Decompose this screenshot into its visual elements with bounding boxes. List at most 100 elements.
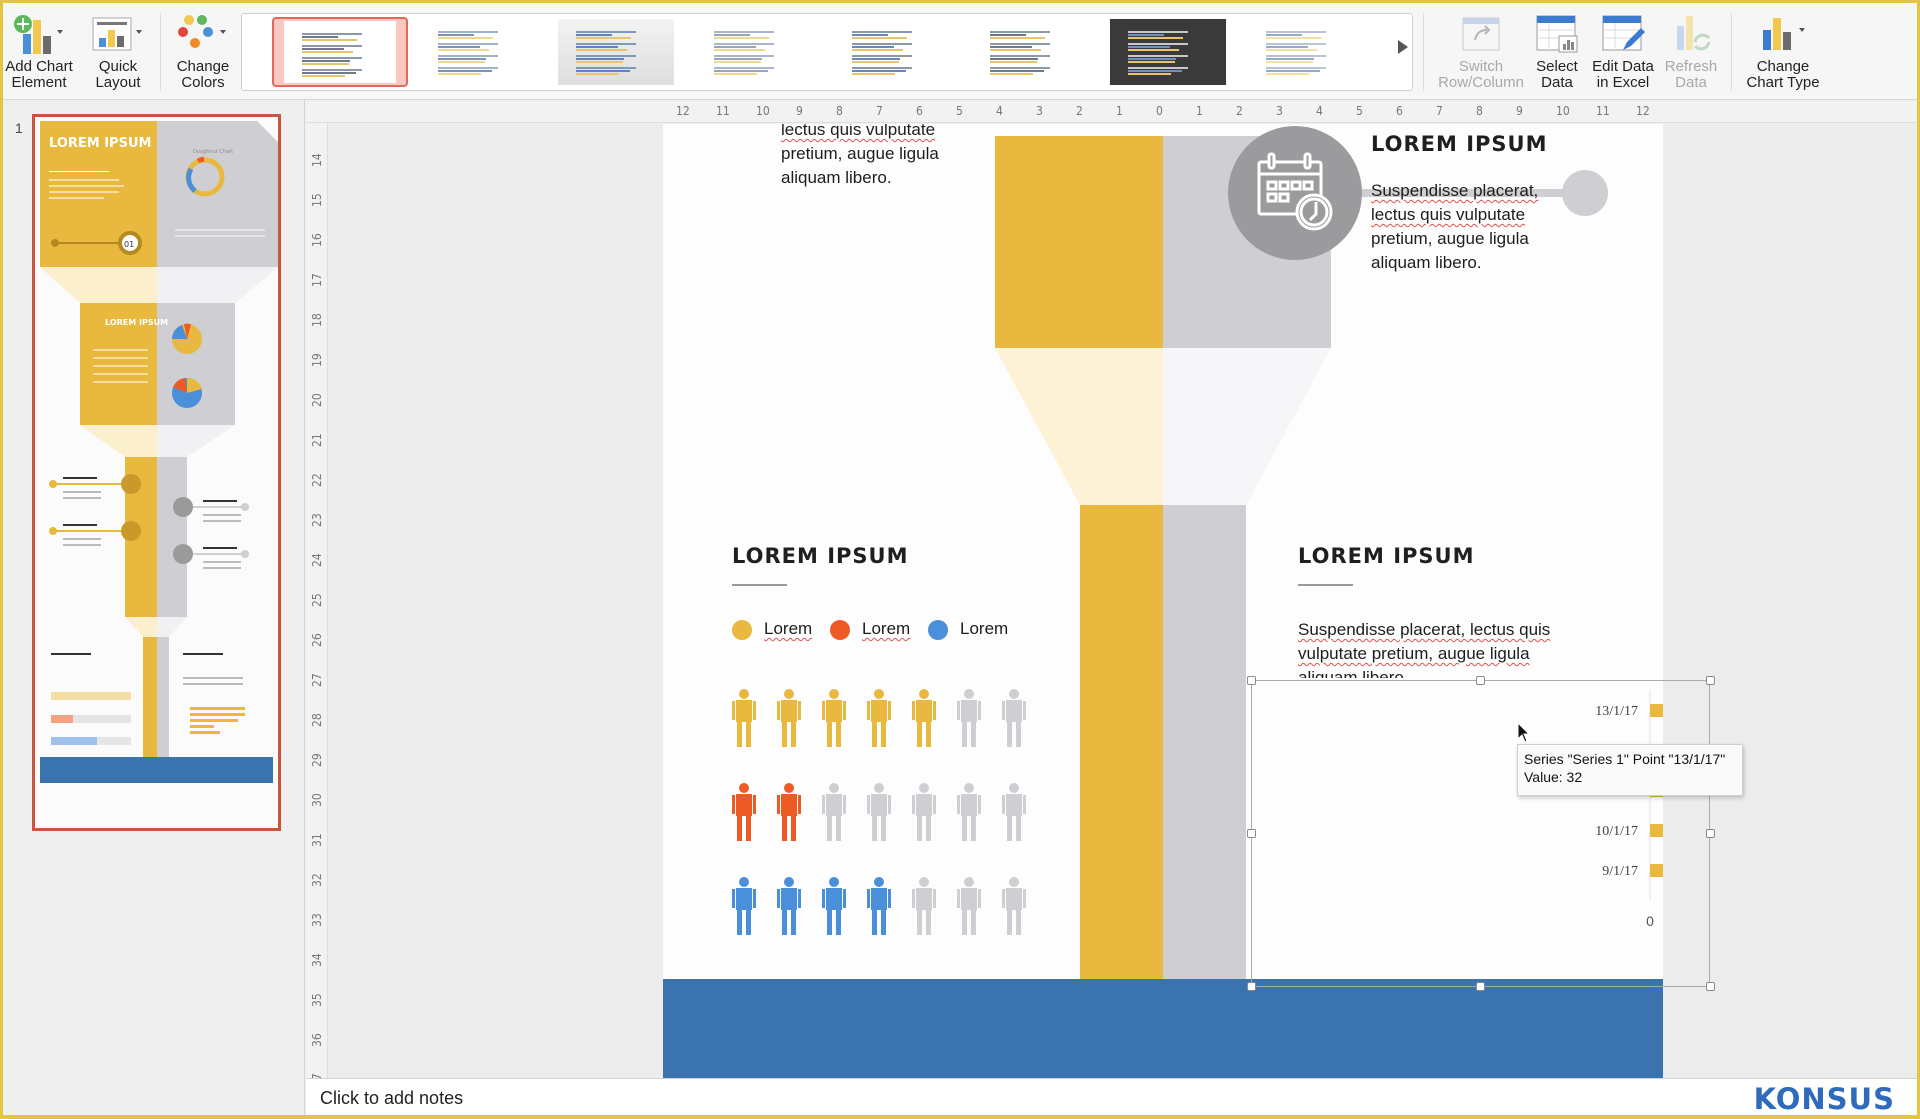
chart-style-preview: [834, 19, 950, 85]
notes-placeholder[interactable]: Click to add notes: [320, 1088, 463, 1109]
gallery-preview-bar: [1128, 73, 1171, 75]
vertical-ruler[interactable]: 14 15 16 17 18 19 20 21 22 23 24 25 26 27 28 29 30 31 32 33…: [306, 123, 328, 1087]
notes-pane[interactable]: Click to add notes KONSUS: [306, 1078, 1917, 1115]
yellow-column[interactable]: [1080, 505, 1163, 979]
change-colors-button[interactable]: Change Colors: [168, 9, 238, 97]
person-icon: [957, 689, 981, 747]
switch-row-column-button[interactable]: Switch Row/Column: [1431, 9, 1531, 97]
ruler-tick-label: 6: [1396, 104, 1403, 118]
gallery-preview-bar: [1266, 31, 1326, 33]
add-chart-element-label: Add Chart Element: [5, 58, 73, 91]
blue-footer-band[interactable]: [663, 979, 1663, 1078]
legend-color-dot: [928, 620, 948, 640]
calendar-section-heading[interactable]: LOREM IPSUM: [1371, 132, 1548, 156]
resize-handle-top[interactable]: [1476, 676, 1485, 685]
gallery-preview-bar: [576, 67, 636, 69]
gallery-preview-bar: [438, 61, 485, 63]
gallery-preview-bar: [302, 48, 344, 50]
gallery-preview-bar: [990, 37, 1045, 39]
gallery-preview-bar: [852, 31, 912, 33]
person-icon: [1002, 783, 1026, 841]
ruler-tick-label: 30: [310, 793, 324, 807]
people-section-heading[interactable]: LOREM IPSUM: [732, 544, 909, 568]
chart-data-point-tooltip: Series "Series 1" Point "13/1/17" Value:…: [1517, 744, 1743, 796]
gallery-preview-bar: [714, 58, 762, 60]
resize-handle-bottom[interactable]: [1476, 982, 1485, 991]
gallery-preview-bar: [714, 73, 757, 75]
chart-style-5[interactable]: [824, 17, 960, 87]
ruler-tick-label: 2: [1076, 104, 1083, 118]
gallery-preview-bar: [438, 67, 498, 69]
chart-section-body[interactable]: Suspendisse placerat, lectus quis vulput…: [1298, 618, 1550, 678]
add-chart-element-icon: [14, 15, 63, 54]
resize-handle-right[interactable]: [1706, 829, 1715, 838]
gallery-preview-bar: [1266, 49, 1317, 51]
chart-style-1[interactable]: [272, 17, 408, 87]
ruler-tick-label: 28: [310, 713, 324, 727]
resize-handle-bottom-right[interactable]: [1706, 982, 1715, 991]
gallery-preview-bar: [576, 70, 630, 72]
chart-style-2[interactable]: [410, 17, 546, 87]
slide-thumbnail-1[interactable]: LOREM IPSUM 01 Doughnut Chart LOREM IPSU…: [32, 114, 281, 831]
gray-column[interactable]: [1163, 505, 1246, 979]
person-icon: [912, 689, 936, 747]
chart-style-preview: [558, 19, 674, 85]
gallery-preview-bar: [1266, 43, 1326, 45]
person-icon: [822, 783, 846, 841]
gallery-preview-bar: [714, 55, 774, 57]
ruler-tick-label: 11: [716, 104, 730, 118]
ruler-tick-label: 7: [1436, 104, 1443, 118]
ruler-tick-label: 18: [310, 313, 324, 327]
calendar-circle[interactable]: [1228, 126, 1362, 260]
person-icon: [867, 877, 891, 935]
gallery-preview-bar: [852, 43, 912, 45]
chart-styles-gallery[interactable]: [241, 13, 1413, 91]
ruler-tick-label: 5: [956, 104, 963, 118]
resize-handle-left[interactable]: [1247, 829, 1256, 838]
chart-style-7[interactable]: [1100, 17, 1236, 87]
ruler-tick-label: 3: [1276, 104, 1283, 118]
gallery-preview-bar: [1128, 58, 1176, 60]
ruler-tick-label: 35: [310, 993, 324, 1007]
ruler-tick-label: 9: [796, 104, 803, 118]
gallery-preview-bar: [1266, 55, 1326, 57]
ruler-tick-label: 6: [916, 104, 923, 118]
person-icon: [732, 877, 756, 935]
gallery-preview-bar: [302, 60, 350, 62]
calendar-section-body[interactable]: Suspendisse placerat, lectus quis vulput…: [1371, 179, 1538, 275]
change-chart-type-icon: [1763, 18, 1805, 50]
chart-style-preview: [420, 19, 536, 85]
resize-handle-top-left[interactable]: [1247, 676, 1256, 685]
refresh-data-button[interactable]: Refresh Data: [1659, 9, 1723, 97]
chart-style-3[interactable]: [548, 17, 684, 87]
resize-handle-bottom-left[interactable]: [1247, 982, 1256, 991]
gallery-preview-bar: [302, 51, 353, 53]
brand-watermark: KONSUS: [1753, 1082, 1895, 1115]
top-left-body-text[interactable]: lectus quis vulputate pretium, augue lig…: [781, 124, 939, 190]
edit-data-in-excel-button[interactable]: Edit Data in Excel: [1587, 9, 1659, 97]
chart-style-6[interactable]: [962, 17, 1098, 87]
chart-style-8[interactable]: [1238, 17, 1374, 87]
refresh-data-label: Refresh Data: [1664, 58, 1718, 91]
add-chart-element-button[interactable]: Add Chart Element: [3, 9, 75, 97]
gallery-preview-bar: [438, 37, 493, 39]
quick-layout-button[interactable]: Quick Layout: [83, 9, 153, 97]
gallery-preview-bar: [302, 45, 362, 47]
gallery-next-arrow-icon[interactable]: [1398, 40, 1408, 54]
select-data-button[interactable]: Select Data: [1529, 9, 1585, 97]
yellow-block-top[interactable]: [995, 136, 1163, 348]
thumb-heading-2: LOREM IPSUM: [105, 318, 168, 327]
chart-style-4[interactable]: [686, 17, 822, 87]
gallery-preview-bar: [990, 61, 1037, 63]
gallery-preview-bar: [302, 57, 362, 59]
change-chart-type-button[interactable]: Change Chart Type: [1739, 9, 1827, 97]
resize-handle-top-right[interactable]: [1706, 676, 1715, 685]
gallery-preview-bar: [576, 61, 623, 63]
ruler-tick-label: 22: [310, 473, 324, 487]
gallery-preview-bar: [438, 43, 498, 45]
person-icon: [777, 783, 801, 841]
chart-section-heading[interactable]: LOREM IPSUM: [1298, 544, 1475, 568]
person-icon: [867, 783, 891, 841]
horizontal-ruler[interactable]: 12 11 10 9 8 7 6 5 4 3 2 1 0 1 2 3 4 5 6 7 8 9 10 11 12: [306, 101, 1917, 123]
gallery-preview-bar: [576, 37, 631, 39]
